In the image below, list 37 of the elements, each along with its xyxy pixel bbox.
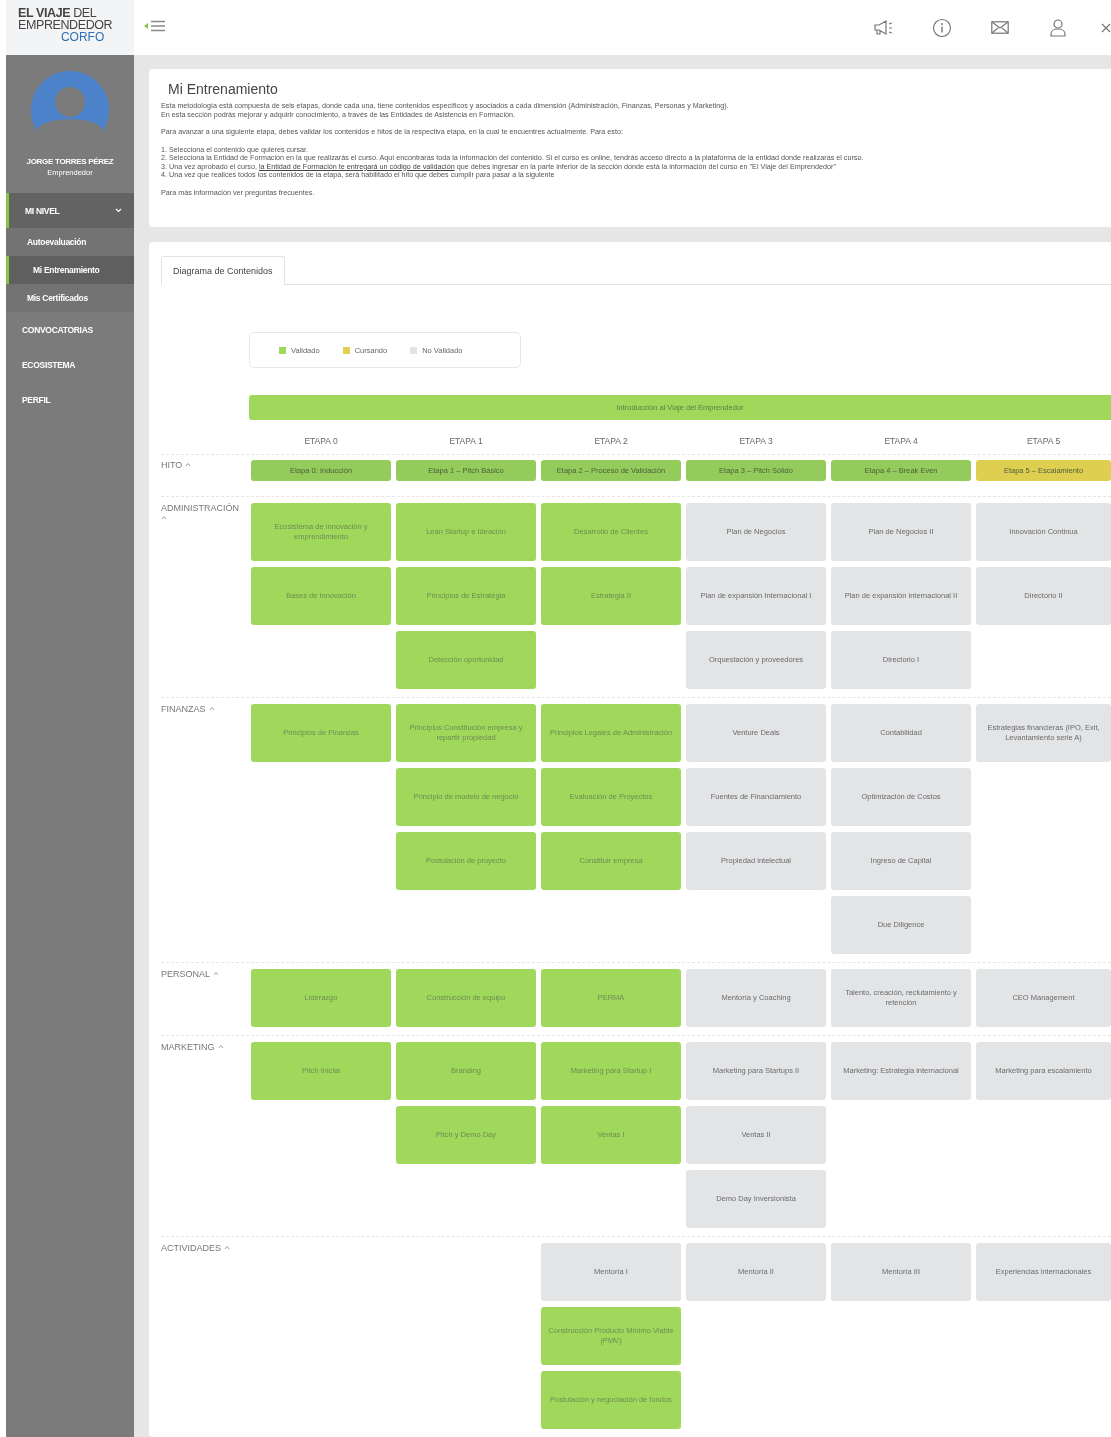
close-icon [1101,22,1111,33]
tab[interactable]: Diagrama de Contenidos [161,256,285,285]
row-label: PERSONAL [161,969,211,979]
menu-icon [144,19,166,32]
caret-icon[interactable] [224,1245,230,1250]
nav-item[interactable]: ECOSISTEMA [6,347,134,382]
stage-heading: ETAPA 4 [883,436,919,448]
nav-subitem[interactable]: Autoevaluación [6,228,134,256]
stage-heading: ETAPA 3 [738,436,774,448]
page-title: Mi Entrenamiento [168,81,279,97]
megaphone-icon [873,19,895,36]
info-icon [932,17,952,38]
nav-item[interactable]: CONVOCATORIAS [6,312,134,347]
row-label: MARKETING [161,1042,215,1052]
caret-icon[interactable] [217,1044,224,1049]
user-name: JORGE TORRES PÉREZ [26,157,114,166]
user-icon [1050,18,1066,37]
nav-subitem[interactable]: Mi Entrenamiento [6,256,134,284]
logo-text: EMPRENDEDOR [18,19,113,31]
caret-icon[interactable] [208,706,215,711]
nav-subitem[interactable]: Mis Certificados [6,284,134,312]
nav-item[interactable]: PERFIL [6,382,134,417]
stage-heading: ETAPA 2 [593,436,629,448]
stage-heading: ETAPA 5 [1025,436,1062,448]
row-label: ACTIVIDADES [161,1243,221,1253]
logo-text: EL VIAJE DEL [18,7,98,19]
caret-icon[interactable] [185,462,192,467]
stage-heading: ETAPA 0 [303,436,339,448]
stage-heading: ETAPA 1 [448,436,484,448]
logo-text: CORFO [59,31,106,43]
caret-icon[interactable] [161,515,167,520]
nav-item[interactable]: MI NIVEL [6,193,134,228]
row-label: ADMINISTRACIÓN [161,503,239,513]
caret-icon[interactable] [213,971,220,976]
row-label: FINANZAS [161,704,206,714]
mail-icon [991,21,1009,34]
row-label: HITO [161,460,183,470]
